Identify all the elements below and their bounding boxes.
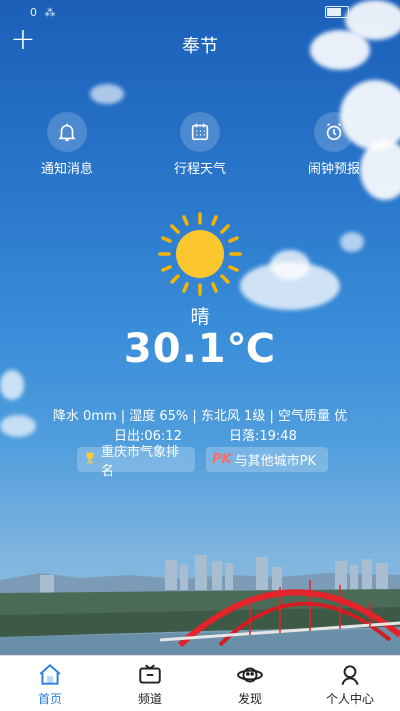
shortcut-notifications[interactable]: 通知消息 (17, 112, 117, 177)
cloud (340, 232, 364, 252)
city-title[interactable]: 奉节 (0, 32, 400, 58)
trophy-icon (83, 451, 97, 469)
header: + 奉节 (0, 25, 400, 60)
planet-icon (237, 667, 263, 683)
status-bar: 0 ⁂ 10:56 (0, 0, 400, 26)
pk-badge-icon: PK (212, 452, 232, 467)
tab-label: 频道 (137, 692, 162, 706)
tv-icon (139, 664, 161, 684)
sunset-time: 日落:19:48 (229, 429, 297, 444)
signal-status: 0 ⁂ (30, 6, 58, 19)
shortcut-label: 通知消息 (40, 162, 93, 177)
tab-label: 发现 (237, 692, 262, 706)
status-right: 10:56 (325, 5, 388, 19)
sunny-weather-icon (158, 212, 242, 296)
city-pk-button[interactable]: PK 与其他城市PK (206, 447, 328, 472)
weather-screen: 0 ⁂ 10:56 + 奉节 通知消息 行程天气 闹钟预报 晴 30.1℃ 降水… (0, 0, 400, 711)
bottom-tab-bar: 首页 频道 发现 个人中心 (0, 655, 400, 711)
tab-home[interactable]: 首页 (0, 656, 100, 711)
cloud (90, 84, 124, 104)
bell-icon (47, 112, 87, 152)
shortcut-label: 闹钟预报 (307, 162, 360, 177)
tab-discover[interactable]: 发现 (200, 656, 300, 711)
battery-icon (325, 6, 350, 18)
city-skyline-image (0, 555, 400, 655)
clock: 10:56 (353, 5, 388, 19)
shortcut-alarm-forecast[interactable]: 闹钟预报 (284, 112, 384, 177)
current-temperature: 30.1℃ (123, 326, 277, 372)
user-icon (341, 665, 359, 686)
shortcut-label: 行程天气 (173, 162, 226, 177)
calendar-icon (180, 112, 220, 152)
tab-profile[interactable]: 个人中心 (300, 656, 400, 711)
tab-channel[interactable]: 频道 (100, 656, 200, 711)
home-icon (39, 663, 61, 685)
weather-ranking-button[interactable]: 重庆市气象排名 (77, 445, 195, 479)
tab-label: 首页 (37, 692, 62, 706)
cloud (270, 250, 310, 280)
weather-details: 降水 0mm | 湿度 65% | 东北风 1级 | 空气质量 优 (52, 409, 348, 424)
pk-label: 与其他城市PK (234, 454, 316, 469)
shortcut-trip-weather[interactable]: 行程天气 (150, 112, 250, 177)
tab-label: 个人中心 (325, 692, 374, 706)
alarm-clock-icon (314, 112, 354, 152)
weather-condition: 晴 (190, 306, 210, 328)
cloud (0, 370, 24, 400)
ranking-label: 重庆市气象排名 (101, 444, 180, 479)
